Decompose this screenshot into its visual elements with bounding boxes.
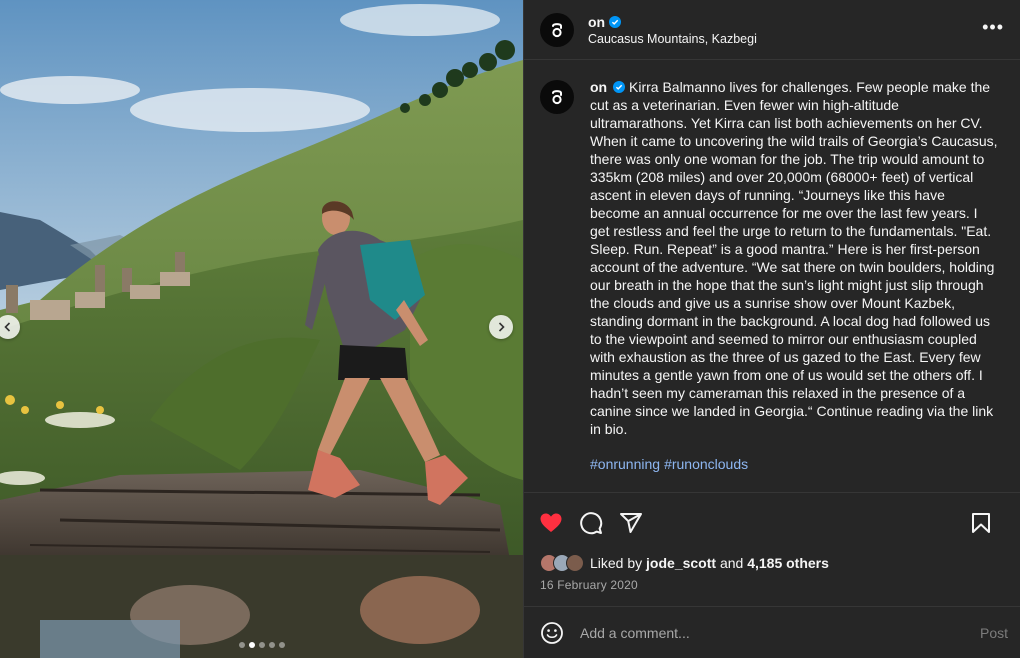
caption-avatar[interactable] — [540, 80, 574, 114]
verified-badge-icon — [613, 81, 625, 93]
emoji-icon[interactable] — [540, 621, 564, 645]
trail-runner-photo — [0, 0, 523, 658]
heart-icon — [540, 513, 562, 532]
chevron-left-icon — [4, 322, 11, 332]
comment-box: Post — [524, 606, 1020, 658]
comments-section: on Kirra Balmanno lives for challenges. … — [524, 60, 1020, 492]
hashtag-link[interactable]: #onrunning — [590, 456, 660, 472]
caption-username[interactable]: on — [590, 79, 607, 95]
likes-count-link[interactable]: 4,185 others — [747, 555, 829, 571]
carousel-dot — [268, 642, 275, 648]
on-logo-icon — [552, 90, 562, 105]
share-button[interactable] — [618, 510, 644, 536]
post-header: on Caucasus Mountains, Kazbegi ••• — [524, 0, 1020, 60]
liker-avatars — [540, 554, 584, 572]
share-icon — [620, 512, 642, 533]
post-photo[interactable] — [0, 0, 523, 658]
likes-conjunction: and — [719, 555, 744, 571]
avatar[interactable] — [566, 554, 584, 572]
liker-username-link[interactable]: jode_scott — [646, 555, 716, 571]
comment-icon — [580, 511, 603, 534]
avatar[interactable] — [540, 12, 574, 47]
carousel-dot — [238, 642, 245, 648]
carousel-dot — [278, 642, 285, 648]
like-button[interactable] — [538, 510, 564, 536]
action-bar — [524, 492, 1020, 552]
location-link[interactable]: Caucasus Mountains, Kazbegi — [588, 32, 757, 46]
likes-summary: Liked by jode_scott and 4,185 others — [524, 552, 1020, 574]
instagram-post: on Caucasus Mountains, Kazbegi ••• on Ki… — [0, 0, 1020, 658]
hashtag-link[interactable]: #runonclouds — [664, 456, 748, 472]
likes-prefix: Liked by — [590, 555, 643, 571]
username-link[interactable]: on — [588, 14, 605, 30]
post-date[interactable]: 16 February 2020 — [524, 574, 1020, 594]
carousel-dot — [248, 642, 255, 648]
more-options-icon[interactable]: ••• — [982, 18, 1004, 36]
post-details-panel: on Caucasus Mountains, Kazbegi ••• on Ki… — [523, 0, 1020, 658]
post-comment-button[interactable]: Post — [980, 625, 1008, 641]
hashtags: #onrunning #runonclouds — [590, 456, 1004, 472]
verified-badge-icon — [609, 15, 622, 28]
caption-text: Kirra Balmanno lives for challenges. Few… — [590, 79, 998, 437]
chevron-right-icon — [498, 322, 505, 332]
bookmark-icon — [972, 512, 990, 533]
comment-button[interactable] — [578, 510, 604, 536]
save-button[interactable] — [968, 510, 994, 536]
caption: on Kirra Balmanno lives for challenges. … — [590, 78, 998, 438]
next-photo-button[interactable] — [489, 315, 513, 339]
on-logo-icon — [552, 22, 562, 37]
carousel-dot — [258, 642, 265, 648]
comment-input[interactable] — [580, 624, 940, 641]
caption-row: on Kirra Balmanno lives for challenges. … — [540, 78, 1004, 438]
likes-text: Liked by jode_scott and 4,185 others — [590, 555, 829, 571]
carousel-indicator — [0, 642, 523, 648]
